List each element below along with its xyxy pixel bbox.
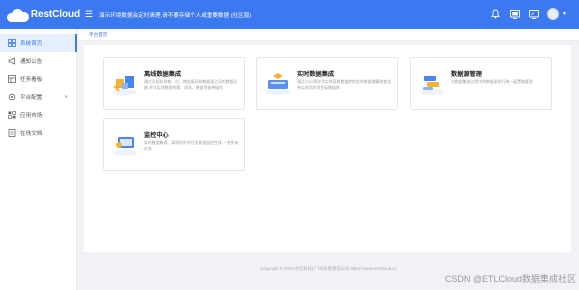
sidebar-item-task-board[interactable]: 任务看板 (0, 70, 76, 88)
card-realtime-integration[interactable]: 实时数据集成 通过CDC等技术实时获取数据库的实时数据增删改变化并实时同步到目标… (256, 57, 398, 110)
chevron-down-icon: ∨ (64, 94, 68, 100)
home-icon (7, 39, 16, 47)
card-datasource-management[interactable]: 数据源管理 对数据集成过程中的数据源进行统一配置和管理 (410, 57, 552, 110)
watermark: CSDN @ETLCloud数据集成社区 (444, 274, 576, 284)
cloud-logo-icon (7, 8, 29, 22)
realtime-illustration-icon (263, 68, 293, 98)
sidebar-item-app-market[interactable]: 应用市场 (0, 106, 76, 124)
top-header: RestCloud ☰ 演示环境数据会定时清理,请不要存储个人或重要数据 (社区… (0, 0, 579, 29)
sidebar-item-label: 在线文档 (20, 131, 43, 137)
bell-icon[interactable] (490, 9, 501, 20)
main-panel: 离线数据集成 通过可视化的拖、拉、拽连接异构数据源之间的数据迁移,并可实现数据转… (84, 45, 571, 252)
avatar[interactable] (547, 8, 560, 20)
card-title: 监控中心 (144, 132, 169, 139)
screen-icon[interactable] (509, 9, 520, 20)
sidebar-item-label: 系统首页 (20, 41, 43, 47)
sidebar-item-label: 平台配置 (20, 95, 43, 101)
tv-icon[interactable] (528, 9, 539, 20)
card-offline-integration[interactable]: 离线数据集成 通过可视化的拖、拉、拽连接异构数据源之间的数据迁移,并可实现数据转… (103, 57, 245, 110)
sidebar-item-platform-config[interactable]: 平台配置 ∨ (0, 88, 76, 106)
sidebar-item-home[interactable]: 系统首页 (0, 34, 77, 52)
sidebar-item-label: 通知公告 (20, 59, 43, 65)
megaphone-icon (7, 57, 16, 65)
sidebar-item-label: 应用市场 (20, 113, 43, 119)
breadcrumb-bar: 平台首页 (78, 29, 579, 41)
chevron-down-icon[interactable]: ▼ (562, 11, 567, 17)
settings-icon (7, 93, 16, 101)
card-description: 通过可视化的拖、拉、拽连接异构数据源之间的数据迁移,并可实现数据转换、清洗、增量… (144, 79, 238, 90)
demo-notice-banner: 演示环境数据会定时清理,请不要存储个人或重要数据 (社区版) (99, 12, 252, 19)
sidebar-item-announcements[interactable]: 通知公告 (0, 52, 76, 70)
menu-toggle-icon[interactable]: ☰ (83, 9, 95, 20)
grid-icon (7, 111, 16, 119)
monitor-illustration-icon (110, 129, 140, 159)
document-icon (7, 129, 16, 137)
logo-text: RestCloud (30, 9, 80, 20)
card-monitoring-center[interactable]: 监控中心 实时数据集成、离线同步的任务状态监控在线,一览所有任务 (103, 118, 245, 171)
breadcrumb[interactable]: 平台首页 (89, 32, 107, 38)
card-description: 通过CDC等技术实时获取数据库的实时数据增删改变化并实时同步到目标数据库 (297, 79, 392, 90)
logo[interactable]: RestCloud (0, 8, 80, 22)
card-title: 离线数据集成 (144, 71, 182, 78)
sidebar: 系统首页 通知公告 任务看板 平台配置 ∨ 应用市场 在线文档 (0, 29, 77, 290)
card-description: 对数据集成过程中的数据源进行统一配置和管理 (451, 79, 533, 84)
card-title: 实时数据集成 (297, 71, 335, 78)
card-title: 数据源管理 (451, 71, 482, 78)
sidebar-item-docs[interactable]: 在线文档 (0, 124, 76, 142)
card-description: 实时数据集成、离线同步的任务状态监控在线,一览所有任务 (144, 140, 239, 151)
datasource-illustration-icon (417, 68, 447, 98)
dashboard-icon (7, 75, 16, 83)
etl-illustration-icon (110, 68, 140, 98)
sidebar-item-label: 任务看板 (20, 77, 43, 83)
